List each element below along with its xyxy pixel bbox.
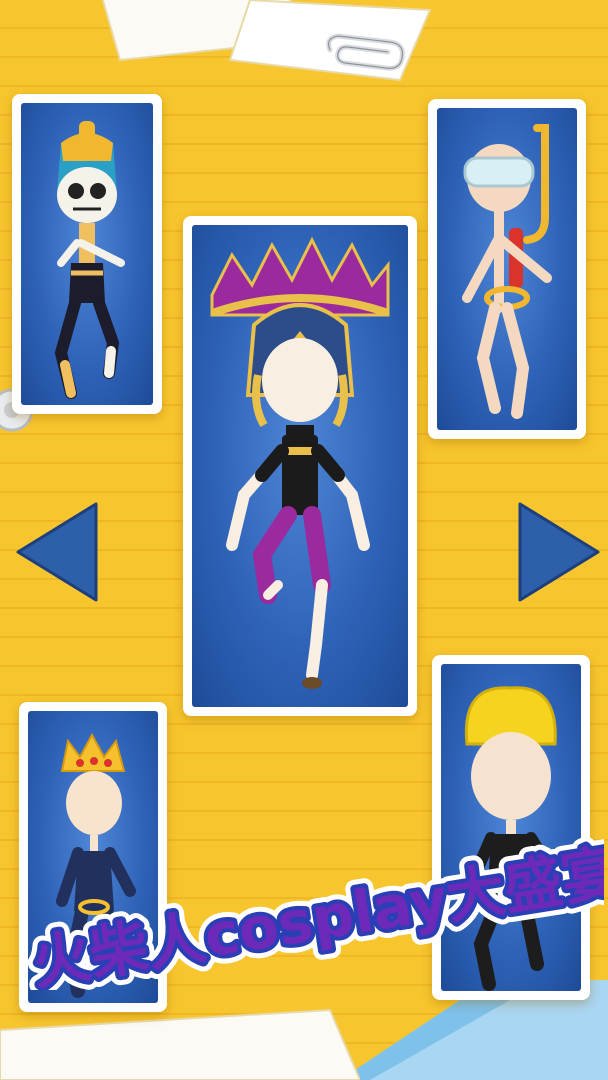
card-background bbox=[21, 103, 153, 405]
banner-title: 火柴人cosplay大盛宴 bbox=[28, 838, 604, 990]
skeleton-pharaoh-character bbox=[54, 121, 125, 399]
paperclip-icon bbox=[326, 33, 405, 71]
character-card-skeleton[interactable] bbox=[12, 94, 162, 414]
card-background bbox=[192, 225, 408, 707]
card-background bbox=[437, 108, 577, 430]
character-card-gladiator[interactable] bbox=[183, 216, 417, 716]
triangle-right-icon[interactable] bbox=[516, 500, 602, 604]
banner-title-graphic: 火柴人cosplay大盛宴 火柴人cosplay大盛宴 火柴人cosplay大盛… bbox=[19, 829, 608, 1007]
diver-snorkel-character bbox=[462, 124, 552, 419]
triangle-left-icon[interactable] bbox=[14, 500, 100, 604]
character-card-diver[interactable] bbox=[428, 99, 586, 439]
banner-title-container: 火柴人cosplay大盛宴 火柴人cosplay大盛宴 火柴人cosplay大盛… bbox=[14, 780, 608, 1007]
roman-gladiator-character bbox=[210, 236, 390, 689]
